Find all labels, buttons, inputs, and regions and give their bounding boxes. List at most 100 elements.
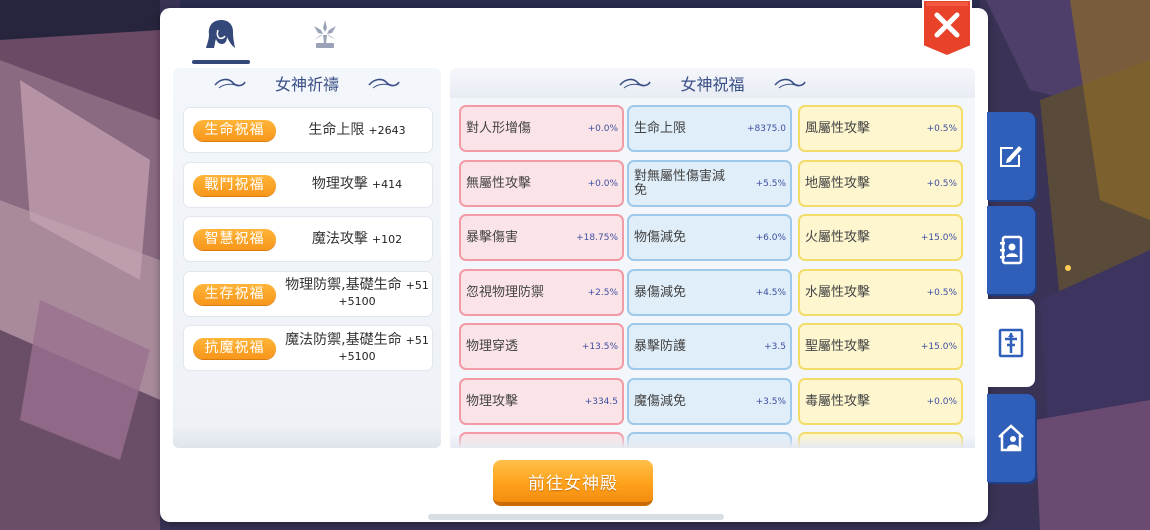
blessing-cell[interactable]: 水屬性攻擊 +0.5% <box>798 269 963 316</box>
prayer-title: 女神祈禱 <box>274 75 339 94</box>
blessing-cell[interactable]: 忽視物理防禦 +2.5% <box>459 269 624 316</box>
blessing-value: +0.5% <box>926 287 957 298</box>
blessing-value: +8375.0 <box>746 123 786 134</box>
prayer-label-badge: 智慧祝福 <box>193 229 276 250</box>
blessing-name: 魔傷減免 <box>634 393 687 409</box>
blessing-value: +0.0% <box>587 123 618 134</box>
goddess-altar-icon <box>998 328 1024 358</box>
tab-goddess-emblem[interactable] <box>295 18 355 64</box>
blessing-name: 生命上限 <box>634 120 687 136</box>
blessing-cell[interactable]: 無屬性攻擊 +0.0% <box>459 160 624 207</box>
side-tab-goddess[interactable] <box>987 299 1035 387</box>
blessing-cell[interactable]: 對人形增傷 +0.0% <box>459 105 624 152</box>
blessing-value: +4.5% <box>755 287 786 298</box>
blessing-name: 對無屬性傷害減免 <box>634 168 726 198</box>
tab-goddess[interactable] <box>191 18 251 64</box>
blessing-value: +6.0% <box>755 232 786 243</box>
prayer-row[interactable]: 戰鬥祝福 物理攻擊 +414 <box>183 161 433 208</box>
prayer-stat-name: 物理防禦,基礎生命 <box>285 277 402 293</box>
side-tab-contacts[interactable] <box>987 206 1035 294</box>
prayer-row[interactable]: 生存祝福 物理防禦,基礎生命 +51 +5100 <box>183 270 433 317</box>
blessing-name: 對人形增傷 <box>466 120 532 136</box>
blessing-cell[interactable]: 暴傷減免 +4.5% <box>627 269 792 316</box>
close-button[interactable] <box>922 0 972 58</box>
prayer-stat: 生命上限 +2643 <box>282 108 432 152</box>
blessing-name: 地屬性攻擊 <box>805 175 871 191</box>
prayer-stat-bonus: +2643 <box>368 123 406 137</box>
blessing-cell[interactable]: 毒屬性攻擊 +0.0% <box>798 378 963 425</box>
blessing-name: 暴擊傷害 <box>466 229 519 245</box>
blessing-name: 毒屬性攻擊 <box>805 393 871 409</box>
prayer-stat: 物理防禦,基礎生命 +51 +5100 <box>282 272 432 316</box>
blessing-name: 忽視物理防禦 <box>466 284 545 300</box>
side-tab-edit[interactable] <box>987 112 1035 200</box>
prayer-stat-bonus: +51 <box>405 279 429 292</box>
prayer-stat: 魔法攻擊 +102 <box>282 217 432 261</box>
prayer-stat-bonus: +102 <box>371 232 403 246</box>
goddess-portrait-icon <box>206 20 235 48</box>
swirl-ornament-icon <box>619 78 652 89</box>
snowflake-emblem-icon <box>314 20 336 48</box>
goddess-panel: 女神祈禱 生命祝福 生命上限 +2643 戰鬥祝福 物理攻擊 +414 智慧祝福 魔法攻擊 +1… <box>160 0 988 522</box>
blessing-title: 女神祝福 <box>680 75 745 94</box>
blessing-value: +2.5% <box>587 287 618 298</box>
blessing-cell[interactable]: 物理攻擊 +334.5 <box>459 378 624 425</box>
blessing-name: 火屬性攻擊 <box>805 229 871 245</box>
prayer-label-badge: 戰鬥祝福 <box>193 174 276 196</box>
prayer-stat-bonus-2: +5100 <box>338 295 376 308</box>
prayer-stat-bonus: +414 <box>371 178 403 191</box>
blessing-cell[interactable]: 暴擊防護 +3.5 <box>627 323 792 370</box>
prayer-row[interactable]: 抗魔祝福 魔法防禦,基礎生命 +51 +5100 <box>183 325 433 371</box>
blessing-value: +0.0% <box>587 178 618 189</box>
blessing-name: 暴擊防護 <box>634 338 687 354</box>
blessing-value: +15.0% <box>920 232 957 243</box>
prayer-header: 女神祈禱 <box>173 68 441 98</box>
blessing-name: 物理攻擊 <box>466 393 519 409</box>
horizontal-scrollbar[interactable] <box>428 514 724 520</box>
blessing-cell[interactable]: 魔傷減免 +3.5% <box>627 378 792 425</box>
home-person-icon <box>998 424 1024 452</box>
contact-book-icon <box>1000 235 1023 265</box>
blessing-scroll-fade <box>450 435 975 448</box>
prayer-label-badge: 生存祝福 <box>193 283 276 305</box>
blessing-name: 無屬性攻擊 <box>466 175 532 191</box>
edit-icon <box>1000 146 1022 167</box>
prayer-stat-name: 魔法防禦,基礎生命 <box>285 331 402 348</box>
blessing-cell[interactable]: 對無屬性傷害減免 +5.5% <box>627 160 792 207</box>
prayer-stat-name: 物理攻擊 <box>311 176 368 192</box>
blessing-cell[interactable]: 生命上限 +8375.0 <box>627 105 792 152</box>
blessing-cell[interactable]: 火屬性攻擊 +15.0% <box>798 214 963 261</box>
blessing-section: 女神祝福 對人形增傷 +0.0% 無屬性攻擊 +0.0% 暴擊傷害 +18.75% 忽視物理… <box>450 68 975 448</box>
prayer-row[interactable]: 智慧祝福 魔法攻擊 +102 <box>183 216 433 262</box>
top-tab-bar <box>160 0 988 68</box>
blessing-cell[interactable]: 聖屬性攻擊 +15.0% <box>798 323 963 370</box>
swirl-ornament-icon <box>368 78 400 89</box>
blessing-value: +0.5% <box>926 178 957 189</box>
blessing-value: +15.0% <box>920 341 957 352</box>
prayer-section: 女神祈禱 生命祝福 生命上限 +2643 戰鬥祝福 物理攻擊 +414 智慧祝福 魔法攻擊 +1… <box>173 68 441 448</box>
blessing-name: 風屬性攻擊 <box>805 120 871 136</box>
close-icon <box>922 0 972 58</box>
blessing-value: +334.5 <box>584 396 618 407</box>
blessing-cell[interactable]: 暴擊傷害 +18.75% <box>459 214 624 261</box>
prayer-label-badge: 抗魔祝福 <box>193 338 276 359</box>
prayer-stat-bonus-2: +5100 <box>338 349 376 363</box>
blessing-cell[interactable]: 地屬性攻擊 +0.5% <box>798 160 963 207</box>
blessing-cell[interactable]: 物理穿透 +13.5% <box>459 323 624 370</box>
prayer-stat: 魔法防禦,基礎生命 +51 +5100 <box>282 326 432 370</box>
blessing-cell[interactable]: 風屬性攻擊 +0.5% <box>798 105 963 152</box>
prayer-stat-name: 魔法攻擊 <box>311 230 368 247</box>
blessing-name: 物傷減免 <box>634 229 687 245</box>
blessing-name: 物理穿透 <box>466 338 519 354</box>
prayer-row[interactable]: 生命祝福 生命上限 +2643 <box>183 107 433 153</box>
swirl-ornament-icon <box>214 78 246 89</box>
blessing-header: 女神祝福 <box>450 68 975 98</box>
blessing-cell[interactable]: 物傷減免 +6.0% <box>627 214 792 261</box>
goto-temple-button[interactable]: 前往女神殿 <box>493 460 653 506</box>
prayer-stat: 物理攻擊 +414 <box>282 163 432 207</box>
blessing-name: 暴傷減免 <box>634 284 687 300</box>
blessing-value: +0.0% <box>926 396 957 407</box>
blessing-value: +3.5% <box>755 396 786 407</box>
side-tab-home[interactable] <box>987 394 1035 482</box>
blessing-name: 聖屬性攻擊 <box>805 338 871 354</box>
